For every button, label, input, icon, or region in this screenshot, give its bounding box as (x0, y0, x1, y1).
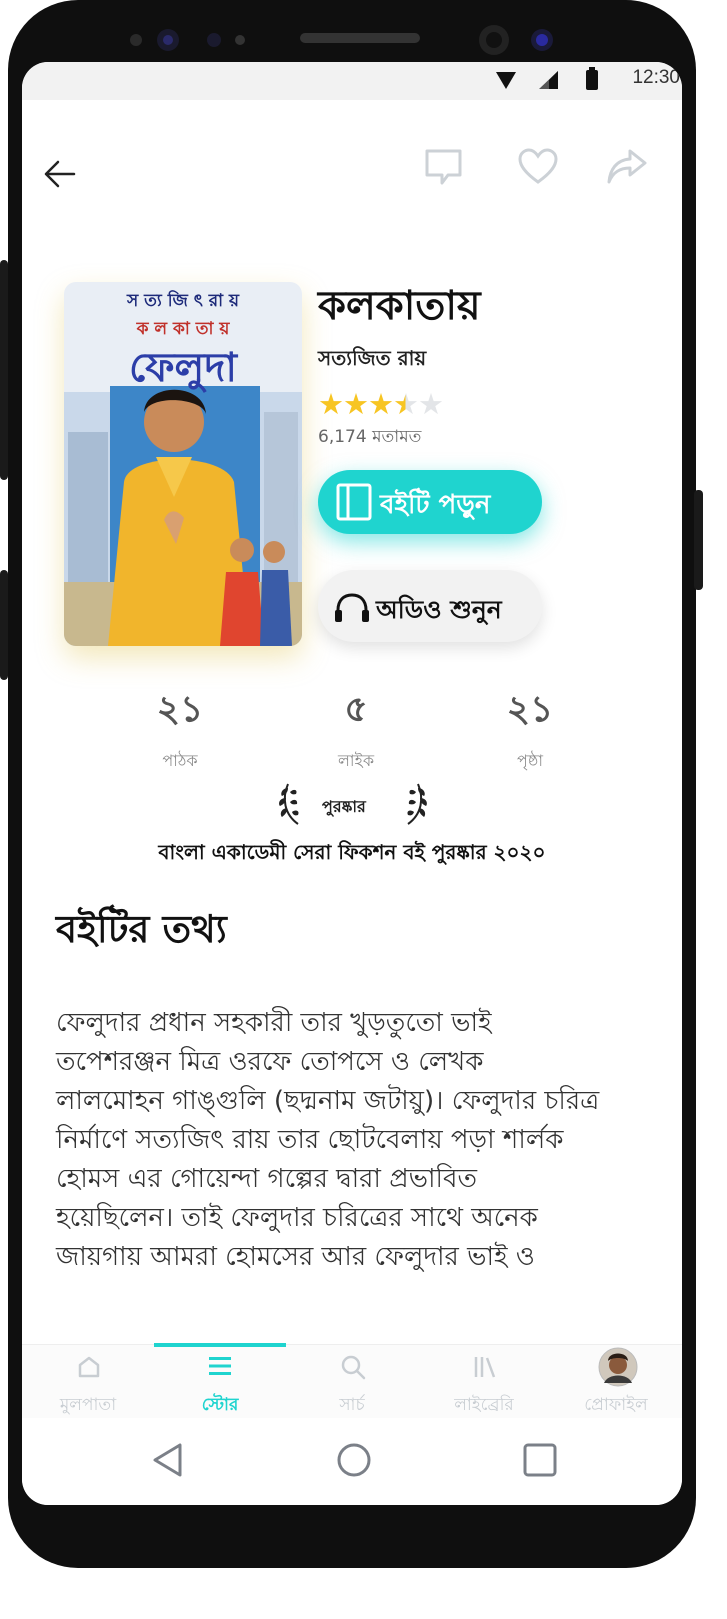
status-time: 12:30 (632, 67, 680, 88)
battery-icon (586, 67, 598, 90)
nav-item-search[interactable]: সার্চ (286, 1345, 418, 1419)
book-info-title: বইটির তথ্য (56, 907, 227, 951)
award-text: বাংলা একাডেমী সেরা ফিকশন বই পুরষ্কার ২০২… (158, 840, 546, 864)
nav-recents-icon[interactable] (522, 1442, 558, 1478)
stat-pages-label: পৃষ্ঠা (517, 751, 543, 770)
description-line: ফেলুদার প্রধান সহকারী তার খুড়তুতো ভাই (56, 1008, 492, 1038)
star-empty-icon: ★ (418, 387, 444, 421)
read-book-label: বইটি পড়ুন (380, 490, 491, 520)
nav-back-icon[interactable] (150, 1442, 186, 1478)
description-line: নির্মাণে সত্যজিৎ রায় তার ছোটবেলায় পড়া… (56, 1125, 564, 1155)
avatar (598, 1347, 638, 1387)
home-icon (78, 1356, 100, 1378)
heart-icon[interactable] (518, 148, 558, 186)
description-line: লালমোহন গাঙ্গুলি (ছদ্মনাম জটায়ু)। ফেলুদ… (56, 1086, 600, 1116)
star-icon: ★ (368, 387, 394, 421)
stat-pages: ২১ পৃষ্ঠা (460, 682, 600, 775)
cover-author-text: স ত্য জি ৎ রা য় (127, 291, 239, 311)
description-line: হোমস এর গোয়েন্দা গল্পের দ্বারা প্রভাবিত (56, 1164, 477, 1194)
nav-item-label: মুলপাতা (59, 1395, 117, 1415)
nav-item-store[interactable]: স্টোর (154, 1345, 286, 1419)
book-description: ফেলুদার প্রধান সহকারী তার খুড়তুতো ভাই ত… (56, 1004, 656, 1277)
headphones-icon (335, 593, 369, 622)
stat-likes-value: ৫ (344, 689, 368, 730)
wifi-icon (496, 72, 516, 89)
volume-button (0, 260, 8, 480)
stat-readers-value: ২১ (156, 689, 204, 730)
nav-item-home[interactable]: মুলপাতা (22, 1345, 154, 1419)
nav-item-label: লাইব্রেরি (454, 1395, 514, 1415)
star-icon: ★ (318, 387, 344, 421)
rating-stars: ★★★★★ (318, 387, 444, 421)
library-icon (474, 1357, 496, 1378)
half-star-icon: ★ (393, 387, 419, 421)
book-title: কলকাতায় (318, 283, 481, 329)
bottom-nav: মুলপাতা স্টোর সার্চ লাইব্রেরি প্রোফাইল (22, 1343, 682, 1419)
power-button (694, 490, 703, 590)
review-count: 6,174 মতামত (318, 427, 422, 447)
signal-icon (539, 71, 558, 89)
stat-pages-value: ২১ (506, 689, 554, 730)
description-line: তপেশরঞ্জন মিত্র ওরফে তোপসে ও লেখক (56, 1047, 484, 1077)
laurel-left-icon (279, 783, 299, 825)
stat-readers: ২১ পাঠক (110, 682, 250, 775)
stat-likes: ৫ লাইক (286, 682, 426, 775)
listen-audio-label: অডিও শুনুন (376, 595, 502, 624)
laurel-right-icon (407, 783, 427, 825)
status-bar: 12:30 (22, 62, 682, 100)
cover-title-text: ফেলুদা (129, 345, 237, 391)
comment-icon[interactable] (424, 148, 464, 188)
nav-item-label: প্রোফাইল (584, 1395, 648, 1415)
back-arrow-icon[interactable] (42, 158, 78, 190)
star-icon: ★ (343, 387, 369, 421)
nav-item-library[interactable]: লাইব্রেরি (418, 1345, 550, 1419)
nav-item-label: সার্চ (339, 1395, 365, 1415)
share-icon[interactable] (606, 148, 648, 186)
read-book-button[interactable]: বইটি পড়ুন (318, 470, 542, 534)
search-icon (341, 1355, 366, 1380)
menu-icon (209, 1357, 231, 1375)
nav-item-profile[interactable]: প্রোফাইল (550, 1345, 682, 1419)
description-line: জায়গায় আমরা হোমসের আর ফেলুদার ভাই ও (56, 1242, 535, 1272)
stat-readers-label: পাঠক (162, 751, 198, 770)
system-nav-bar (22, 1418, 682, 1505)
nav-item-label: স্টোর (201, 1395, 239, 1415)
book-cover[interactable]: স ত্য জি ৎ রা য় ক ল কা তা য় ফেলুদা (64, 282, 302, 646)
app-screen: 12:30 স ত্য জি ৎ রা য় ক ল কা তা য় ফেলু… (22, 62, 682, 1505)
listen-audio-button[interactable]: অডিও শুনুন (318, 570, 542, 642)
top-bezel (130, 25, 553, 55)
bixby-button (0, 570, 8, 680)
nav-home-icon[interactable] (336, 1442, 372, 1478)
award-label: পুরষ্কার (322, 797, 366, 816)
description-line: হয়েছিলেন। তাই ফেলুদার চরিত্রের সাথে অনে… (56, 1203, 538, 1233)
stat-likes-label: লাইক (337, 751, 375, 770)
book-author[interactable]: সত্যজিত রায় (318, 344, 426, 377)
book-icon (336, 483, 372, 521)
